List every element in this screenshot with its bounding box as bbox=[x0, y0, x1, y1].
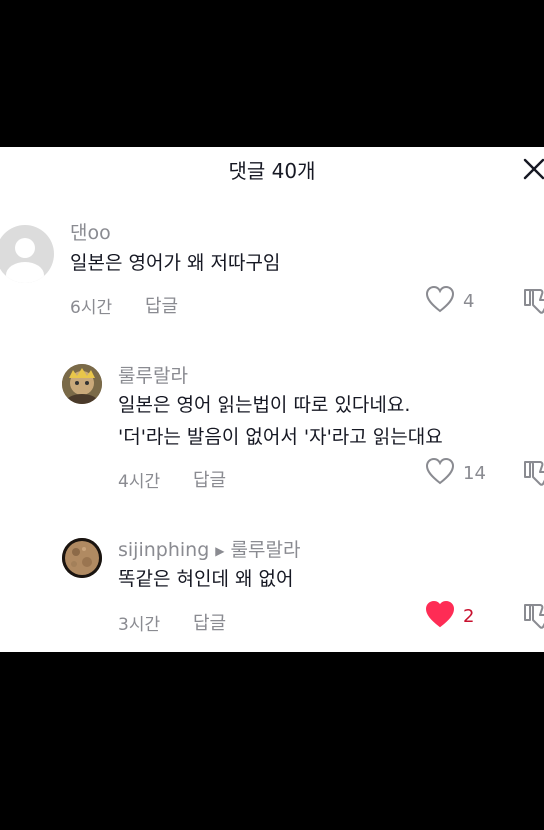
comment-item: sijinphing ▶ 룰루랄라 똑같은 혀인데 왜 없어 3시간 답글 2 bbox=[0, 147, 544, 652]
heart-filled-icon bbox=[425, 600, 455, 632]
comment-username: sijinphing ▶ 룰루랄라 bbox=[118, 535, 300, 562]
like-count: 2 bbox=[463, 605, 475, 627]
bottom-letterbox bbox=[0, 652, 544, 830]
avatar[interactable] bbox=[62, 538, 102, 578]
dislike-icon[interactable] bbox=[522, 602, 544, 630]
reply-arrow-icon: ▶ bbox=[215, 543, 225, 558]
reply-button[interactable]: 답글 bbox=[193, 609, 226, 635]
reply-target[interactable]: 룰루랄라 bbox=[231, 539, 301, 561]
reply-author[interactable]: sijinphing bbox=[118, 539, 209, 561]
like-button[interactable]: 2 bbox=[425, 600, 474, 632]
comments-panel: 댓글 40개 댄oo 일본은 영어가 왜 저따구임 6시간 답글 4 룰루랄라 … bbox=[0, 147, 544, 652]
comment-text: 똑같은 혀인데 왜 없어 bbox=[118, 568, 294, 590]
top-letterbox bbox=[0, 0, 544, 147]
comment-time: 3시간 bbox=[118, 615, 161, 635]
